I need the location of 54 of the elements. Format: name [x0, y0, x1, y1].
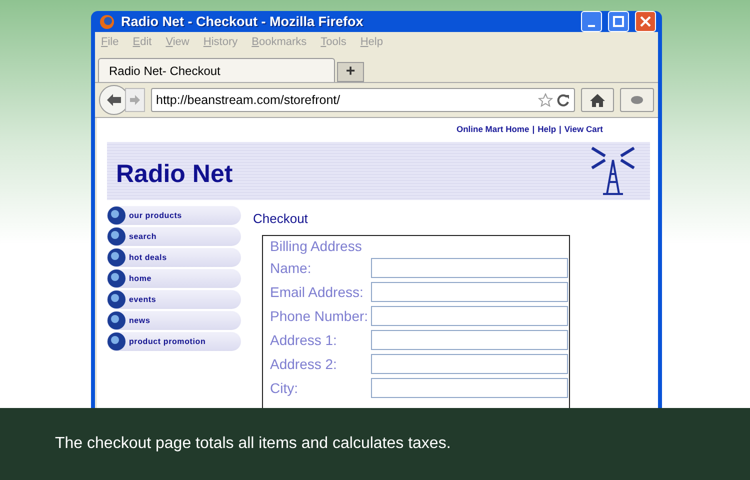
- close-icon: [640, 16, 651, 27]
- sidebar-item[interactable]: hot deals: [107, 248, 241, 267]
- link-separator: |: [532, 124, 535, 136]
- input-field[interactable]: [371, 378, 568, 398]
- caption-text: The checkout page totals all items and calculates taxes.: [55, 435, 451, 453]
- addon-button[interactable]: [620, 88, 654, 112]
- window-title: Radio Net - Checkout - Mozilla Firefox: [121, 14, 364, 29]
- close-button[interactable]: [635, 11, 656, 32]
- round-icon: [107, 332, 126, 351]
- browser-tab[interactable]: Radio Net- Checkout: [98, 58, 335, 82]
- home-icon: [590, 94, 605, 106]
- sidebar-item[interactable]: search: [107, 227, 241, 246]
- field-label: Phone Number:: [270, 308, 370, 324]
- field-label: City:: [270, 380, 299, 396]
- field-label: Address 2:: [270, 356, 338, 372]
- sidebar-item[interactable]: news: [107, 311, 241, 330]
- sidebar-item[interactable]: product promotion: [107, 332, 241, 351]
- page-heading: Checkout: [253, 211, 309, 226]
- back-arrow-icon: [106, 93, 122, 107]
- input-field[interactable]: [371, 282, 568, 302]
- input-field[interactable]: [371, 354, 568, 374]
- sidebar-item[interactable]: home: [107, 269, 241, 288]
- top-link[interactable]: Online Mart Home: [456, 124, 530, 136]
- radio-tower-icon: [590, 146, 636, 196]
- minimize-button[interactable]: [581, 11, 602, 32]
- field-label: Name:: [270, 260, 312, 276]
- round-icon: [107, 269, 126, 288]
- address-bar[interactable]: http://beanstream.com/storefront/: [151, 88, 575, 112]
- maximize-button[interactable]: [608, 11, 629, 32]
- field-label: Address 1:: [270, 332, 338, 348]
- form-legend: Billing Address: [270, 238, 569, 254]
- top-link[interactable]: Help: [538, 124, 556, 136]
- sidebar-item[interactable]: events: [107, 290, 241, 309]
- home-button[interactable]: [581, 88, 614, 112]
- reload-icon[interactable]: [557, 94, 570, 106]
- site-title: Radio Net: [116, 160, 233, 188]
- input-field[interactable]: [371, 258, 568, 278]
- round-icon: [107, 248, 126, 267]
- minimize-icon: [588, 24, 595, 26]
- browser-logo-icon: [99, 14, 115, 30]
- round-icon: [107, 227, 126, 246]
- forward-arrow-icon: [129, 94, 141, 106]
- link-separator: |: [559, 124, 562, 136]
- round-icon: [107, 206, 126, 225]
- sidebar-item[interactable]: our products: [107, 206, 241, 225]
- maximize-icon: [613, 16, 624, 27]
- field-label: Email Address:: [270, 284, 364, 300]
- star-icon[interactable]: [538, 93, 553, 107]
- input-field[interactable]: [371, 306, 568, 326]
- round-icon: [107, 290, 126, 309]
- input-field[interactable]: [371, 330, 568, 350]
- top-link[interactable]: View Cart: [564, 124, 603, 136]
- new-tab-button[interactable]: +: [337, 62, 364, 82]
- round-icon: [107, 311, 126, 330]
